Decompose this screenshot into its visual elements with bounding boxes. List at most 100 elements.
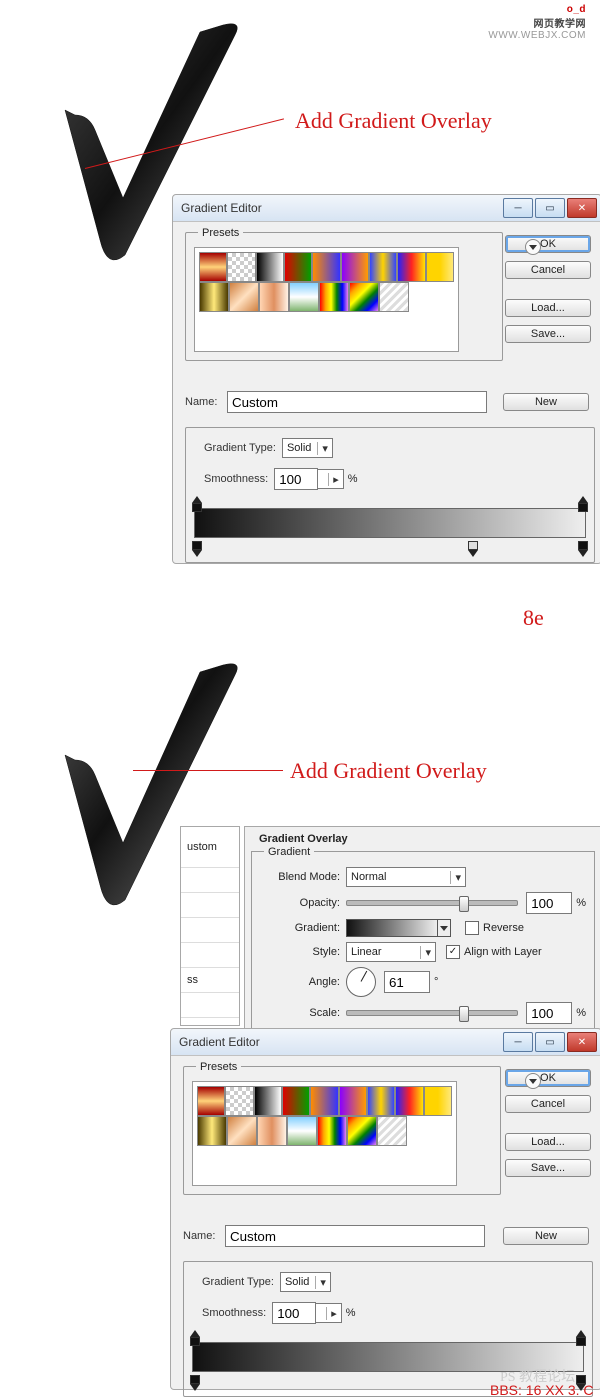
preset-swatch[interactable] — [317, 1116, 347, 1146]
presets-label: Presets — [196, 1061, 241, 1073]
preset-swatch[interactable] — [379, 282, 409, 312]
preset-swatch[interactable] — [397, 252, 425, 282]
color-stop-left[interactable] — [192, 541, 202, 553]
gradient-type-select[interactable]: Solid ▾ — [282, 438, 333, 458]
preset-swatch[interactable] — [426, 252, 454, 282]
color-stop-mid[interactable] — [468, 541, 478, 553]
align-checkbox[interactable]: ✓ — [446, 945, 460, 959]
gradient-editor-window-1: Gradient Editor ─ ▭ ✕ OK Cancel Load... … — [172, 194, 600, 564]
list-item[interactable] — [181, 943, 239, 968]
cancel-button[interactable]: Cancel — [505, 261, 591, 279]
angle-wheel[interactable] — [346, 967, 376, 997]
gradient-bar[interactable] — [194, 508, 586, 538]
gradient-type-select[interactable]: Solid ▾ — [280, 1272, 331, 1292]
maximize-icon[interactable]: ▭ — [535, 198, 565, 218]
opacity-stop-right[interactable] — [578, 496, 588, 508]
preset-swatch[interactable] — [312, 252, 340, 282]
gradient-preview[interactable] — [346, 919, 438, 937]
opacity-stop-left[interactable] — [192, 496, 202, 508]
list-item[interactable] — [181, 893, 239, 918]
preset-swatch[interactable] — [395, 1086, 423, 1116]
presets-grid[interactable] — [194, 247, 459, 352]
list-item[interactable]: ss — [181, 968, 239, 993]
load-button[interactable]: Load... — [505, 299, 591, 317]
preset-swatch[interactable] — [282, 1086, 310, 1116]
smoothness-stepper[interactable]: ▸ — [318, 469, 344, 489]
color-stop-left[interactable] — [190, 1375, 200, 1387]
smoothness-stepper[interactable]: ▸ — [316, 1303, 342, 1323]
scale-input[interactable] — [526, 1002, 572, 1024]
gradient-type-value: Solid — [285, 1276, 309, 1288]
list-item[interactable]: ustom — [181, 827, 239, 868]
ok-button[interactable]: OK — [505, 1069, 591, 1087]
opacity-slider[interactable] — [346, 900, 518, 906]
titlebar-2[interactable]: Gradient Editor ─ ▭ ✕ — [171, 1029, 600, 1056]
preset-swatch[interactable] — [227, 252, 255, 282]
minimize-icon[interactable]: ─ — [503, 1032, 533, 1052]
preset-swatch[interactable] — [347, 1116, 377, 1146]
name-input[interactable] — [225, 1225, 485, 1247]
save-button[interactable]: Save... — [505, 1159, 591, 1177]
preset-swatch[interactable] — [377, 1116, 407, 1146]
name-label: Name: — [185, 396, 227, 408]
preset-swatch[interactable] — [197, 1116, 227, 1146]
preset-swatch[interactable] — [225, 1086, 253, 1116]
close-icon[interactable]: ✕ — [567, 1032, 597, 1052]
scale-label: Scale: — [260, 1007, 346, 1019]
new-button[interactable]: New — [503, 393, 589, 411]
titlebar-1[interactable]: Gradient Editor ─ ▭ ✕ — [173, 195, 600, 222]
preset-swatch[interactable] — [227, 1116, 257, 1146]
color-stop-right[interactable] — [578, 541, 588, 553]
opacity-stop-left[interactable] — [190, 1330, 200, 1342]
preset-swatch[interactable] — [349, 282, 379, 312]
list-item[interactable] — [181, 868, 239, 893]
load-button[interactable]: Load... — [505, 1133, 591, 1151]
preset-swatch[interactable] — [199, 282, 229, 312]
site-watermark: o_d 网页教学网 WWW.WEBJX.COM — [488, 4, 586, 41]
preset-swatch[interactable] — [229, 282, 259, 312]
list-item[interactable] — [181, 918, 239, 943]
preset-swatch[interactable] — [424, 1086, 452, 1116]
preset-swatch[interactable] — [197, 1086, 225, 1116]
maximize-icon[interactable]: ▭ — [535, 1032, 565, 1052]
presets-menu-icon[interactable] — [525, 239, 541, 255]
list-item[interactable] — [181, 993, 239, 1018]
preset-swatch[interactable] — [287, 1116, 317, 1146]
preset-swatch[interactable] — [367, 1086, 395, 1116]
preset-swatch[interactable] — [339, 1086, 367, 1116]
preset-swatch[interactable] — [257, 1116, 287, 1146]
chevron-right-icon: ▸ — [328, 473, 339, 486]
ok-button[interactable]: OK — [505, 235, 591, 253]
opacity-stop-right[interactable] — [576, 1330, 586, 1342]
name-input[interactable] — [227, 391, 487, 413]
preset-swatch[interactable] — [256, 252, 284, 282]
presets-grid[interactable] — [192, 1081, 457, 1186]
step-label: 8e — [523, 605, 544, 631]
smoothness-input[interactable] — [272, 1302, 316, 1324]
gradient-dropdown-icon[interactable] — [438, 919, 451, 937]
close-icon[interactable]: ✕ — [567, 198, 597, 218]
preset-swatch[interactable] — [199, 252, 227, 282]
presets-menu-icon[interactable] — [525, 1073, 541, 1089]
preset-swatch[interactable] — [254, 1086, 282, 1116]
cancel-button[interactable]: Cancel — [505, 1095, 591, 1113]
preset-swatch[interactable] — [284, 252, 312, 282]
preset-swatch[interactable] — [369, 252, 397, 282]
preset-swatch[interactable] — [289, 282, 319, 312]
smoothness-label: Smoothness: — [204, 473, 268, 485]
blend-mode-select[interactable]: Normal ▾ — [346, 867, 466, 887]
save-button[interactable]: Save... — [505, 325, 591, 343]
smoothness-input[interactable] — [274, 468, 318, 490]
gradient-editor-window-2: Gradient Editor ─ ▭ ✕ OK Cancel Load... … — [170, 1028, 600, 1390]
reverse-checkbox[interactable] — [465, 921, 479, 935]
preset-swatch[interactable] — [310, 1086, 338, 1116]
preset-swatch[interactable] — [319, 282, 349, 312]
style-select[interactable]: Linear ▾ — [346, 942, 436, 962]
opacity-input[interactable] — [526, 892, 572, 914]
new-button[interactable]: New — [503, 1227, 589, 1245]
preset-swatch[interactable] — [341, 252, 369, 282]
scale-slider[interactable] — [346, 1010, 518, 1016]
preset-swatch[interactable] — [259, 282, 289, 312]
angle-input[interactable] — [384, 971, 430, 993]
minimize-icon[interactable]: ─ — [503, 198, 533, 218]
